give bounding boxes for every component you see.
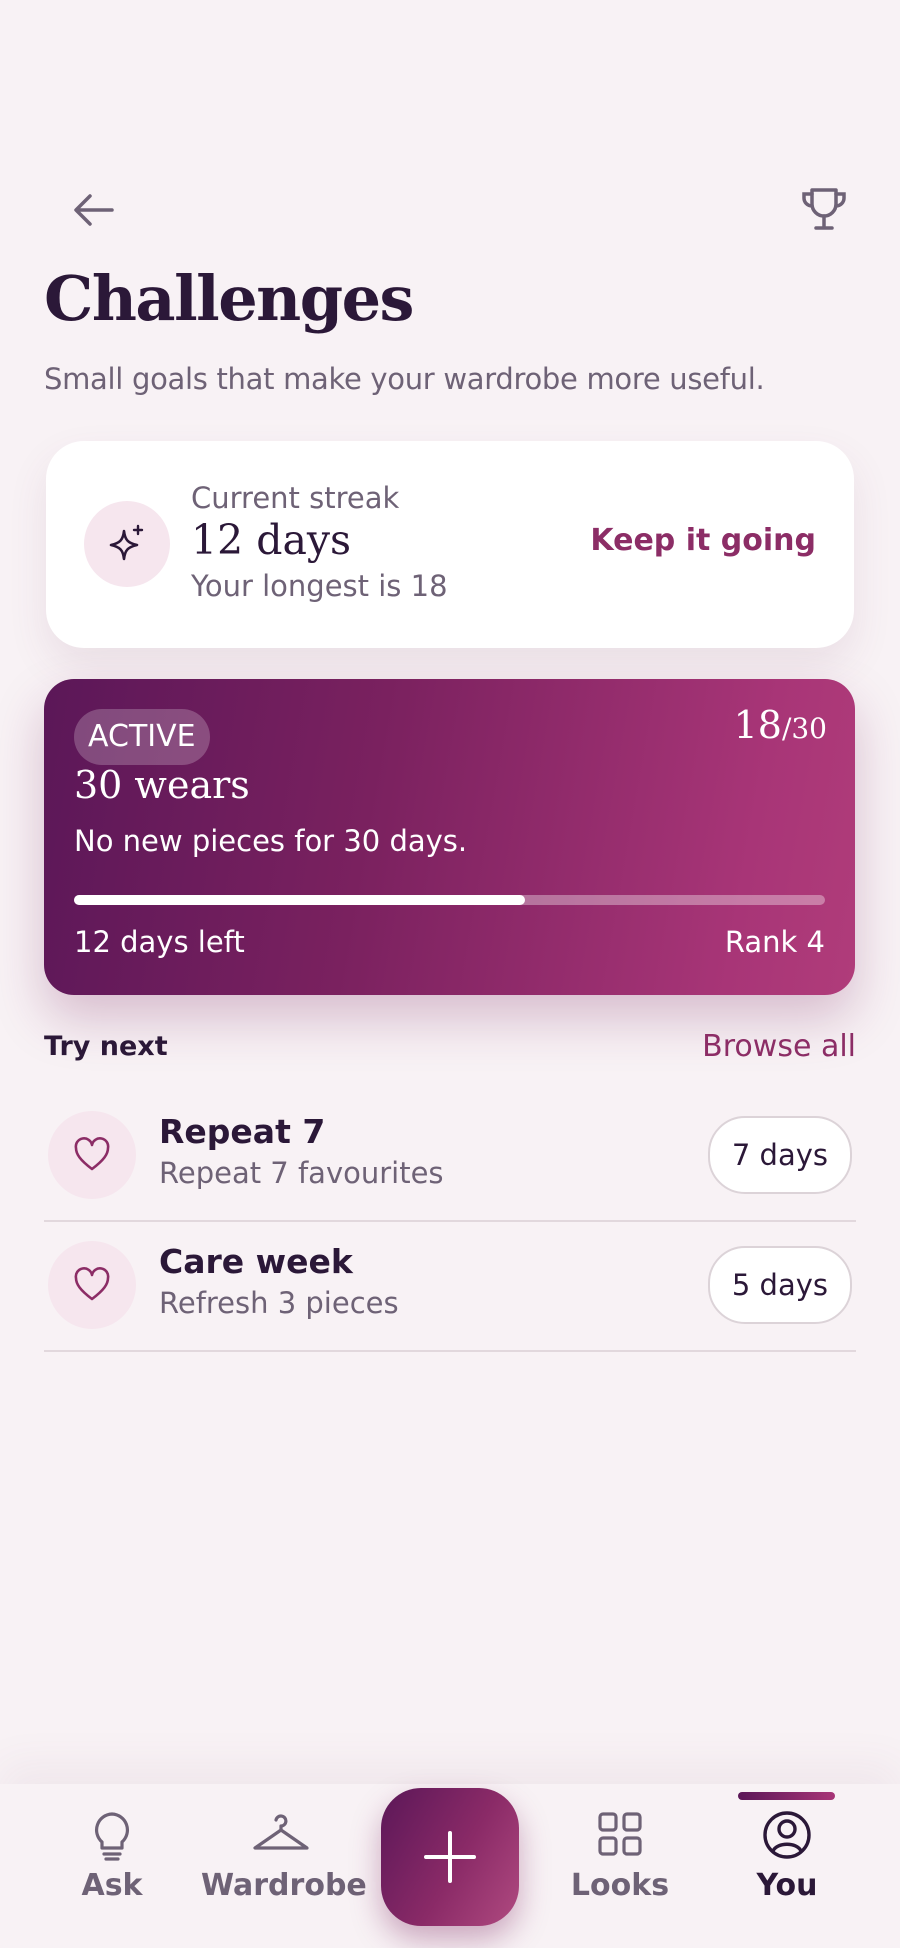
tab-wardrobe[interactable]: Wardrobe: [201, 1784, 367, 1948]
sparkle-icon: [109, 524, 144, 561]
progress-count: 18/30: [734, 703, 827, 747]
progress-bar: [74, 895, 825, 905]
active-challenge-card[interactable]: ACTIVE 18/30 30 wears No new pieces for …: [44, 679, 855, 995]
add-button[interactable]: [381, 1788, 519, 1926]
streak-longest: Your longest is 18: [191, 569, 448, 603]
plus-icon: [424, 1831, 476, 1883]
challenge-title: 30 wears: [74, 763, 250, 807]
streak-card: Current streak 12 days Your longest is 1…: [46, 441, 854, 648]
item-title: Repeat 7: [159, 1112, 326, 1151]
tab-label: Ask: [81, 1868, 143, 1903]
item-subtitle: Repeat 7 favourites: [159, 1156, 444, 1190]
list-item[interactable]: Care week Refresh 3 pieces 5 days: [44, 1222, 856, 1352]
progress-total: /30: [781, 712, 827, 745]
user-circle-icon: [763, 1811, 811, 1859]
rank-label: Rank 4: [724, 925, 825, 959]
trophy-button[interactable]: [784, 170, 864, 250]
back-button[interactable]: [54, 170, 134, 250]
hanger-icon: [253, 1814, 309, 1850]
tab-you[interactable]: You: [707, 1784, 867, 1948]
item-subtitle: Refresh 3 pieces: [159, 1286, 399, 1320]
list-item[interactable]: Repeat 7 Repeat 7 favourites 7 days: [44, 1092, 856, 1222]
heart-icon-circle: [48, 1111, 136, 1199]
arrow-left-icon: [74, 194, 114, 226]
top-bar: [0, 170, 900, 250]
duration-pill[interactable]: 7 days: [707, 1116, 852, 1194]
heart-icon-circle: [48, 1241, 136, 1329]
heart-icon: [74, 1137, 110, 1171]
tab-ask[interactable]: Ask: [32, 1784, 192, 1948]
tab-label: Wardrobe: [201, 1868, 367, 1903]
tab-looks[interactable]: Looks: [540, 1784, 700, 1948]
tab-label: You: [756, 1868, 818, 1903]
streak-value: 12 days: [191, 516, 352, 564]
challenge-description: No new pieces for 30 days.: [74, 824, 468, 858]
page-title: Challenges: [44, 262, 414, 335]
progress-current: 18: [733, 703, 782, 747]
try-next-heading: Try next: [44, 1031, 168, 1062]
trophy-icon: [802, 188, 846, 230]
streak-icon-circle: [84, 501, 170, 587]
lightbulb-icon: [94, 1812, 130, 1861]
days-left: 12 days left: [74, 925, 245, 959]
tab-label: Looks: [570, 1868, 670, 1903]
page-subtitle: Small goals that make your wardrobe more…: [44, 362, 765, 396]
progress-bar-fill: [74, 895, 525, 905]
bottom-tab-bar: Ask Wardrobe Looks You: [0, 1784, 900, 1948]
duration-pill[interactable]: 5 days: [707, 1246, 852, 1324]
grid-icon: [598, 1812, 642, 1856]
streak-label: Current streak: [191, 481, 400, 515]
challenges-screen: Challenges Small goals that make your wa…: [0, 0, 900, 1948]
heart-icon: [74, 1267, 110, 1301]
browse-all-link[interactable]: Browse all: [702, 1029, 856, 1064]
status-badge: ACTIVE: [74, 709, 210, 765]
keep-going-link[interactable]: Keep it going: [590, 523, 816, 558]
item-title: Care week: [159, 1242, 353, 1281]
